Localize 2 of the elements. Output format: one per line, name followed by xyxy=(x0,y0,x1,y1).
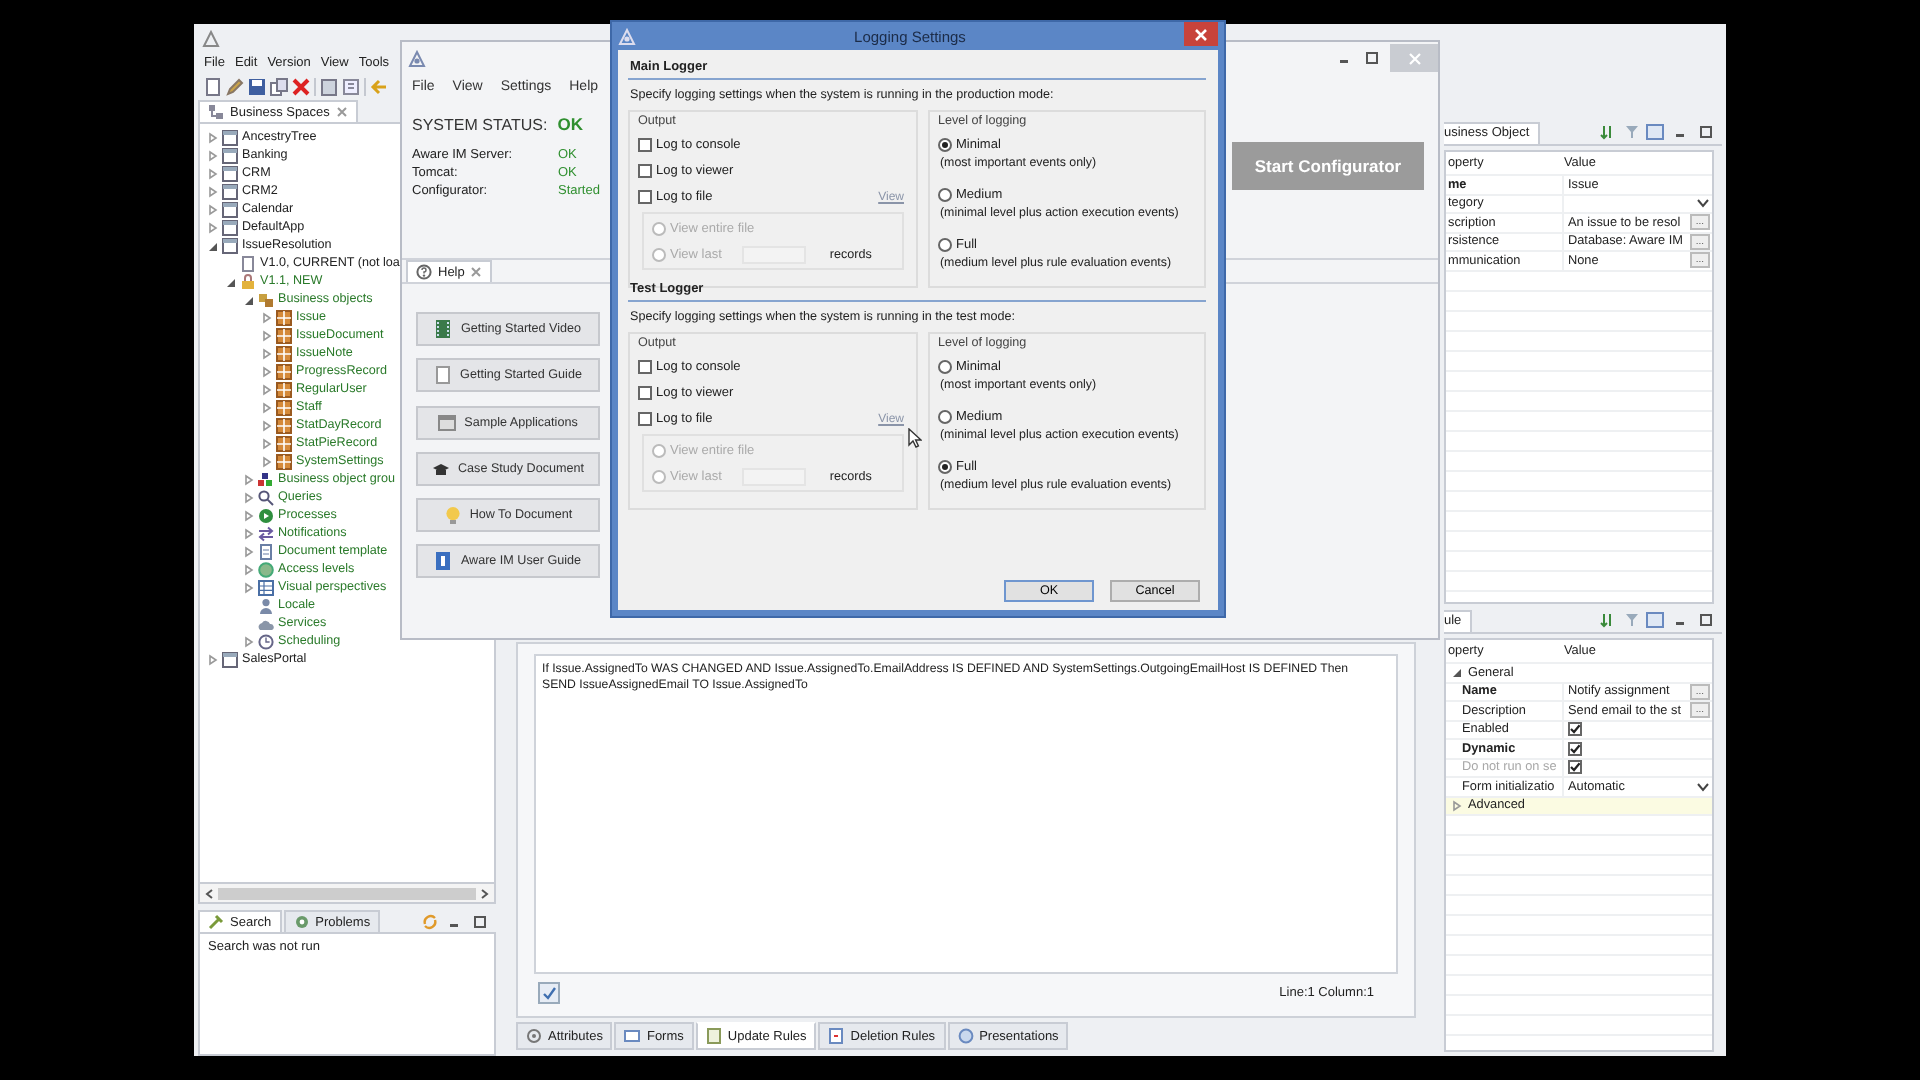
status-label: SYSTEM STATUS: xyxy=(412,116,548,134)
status-value: OK xyxy=(557,114,583,134)
